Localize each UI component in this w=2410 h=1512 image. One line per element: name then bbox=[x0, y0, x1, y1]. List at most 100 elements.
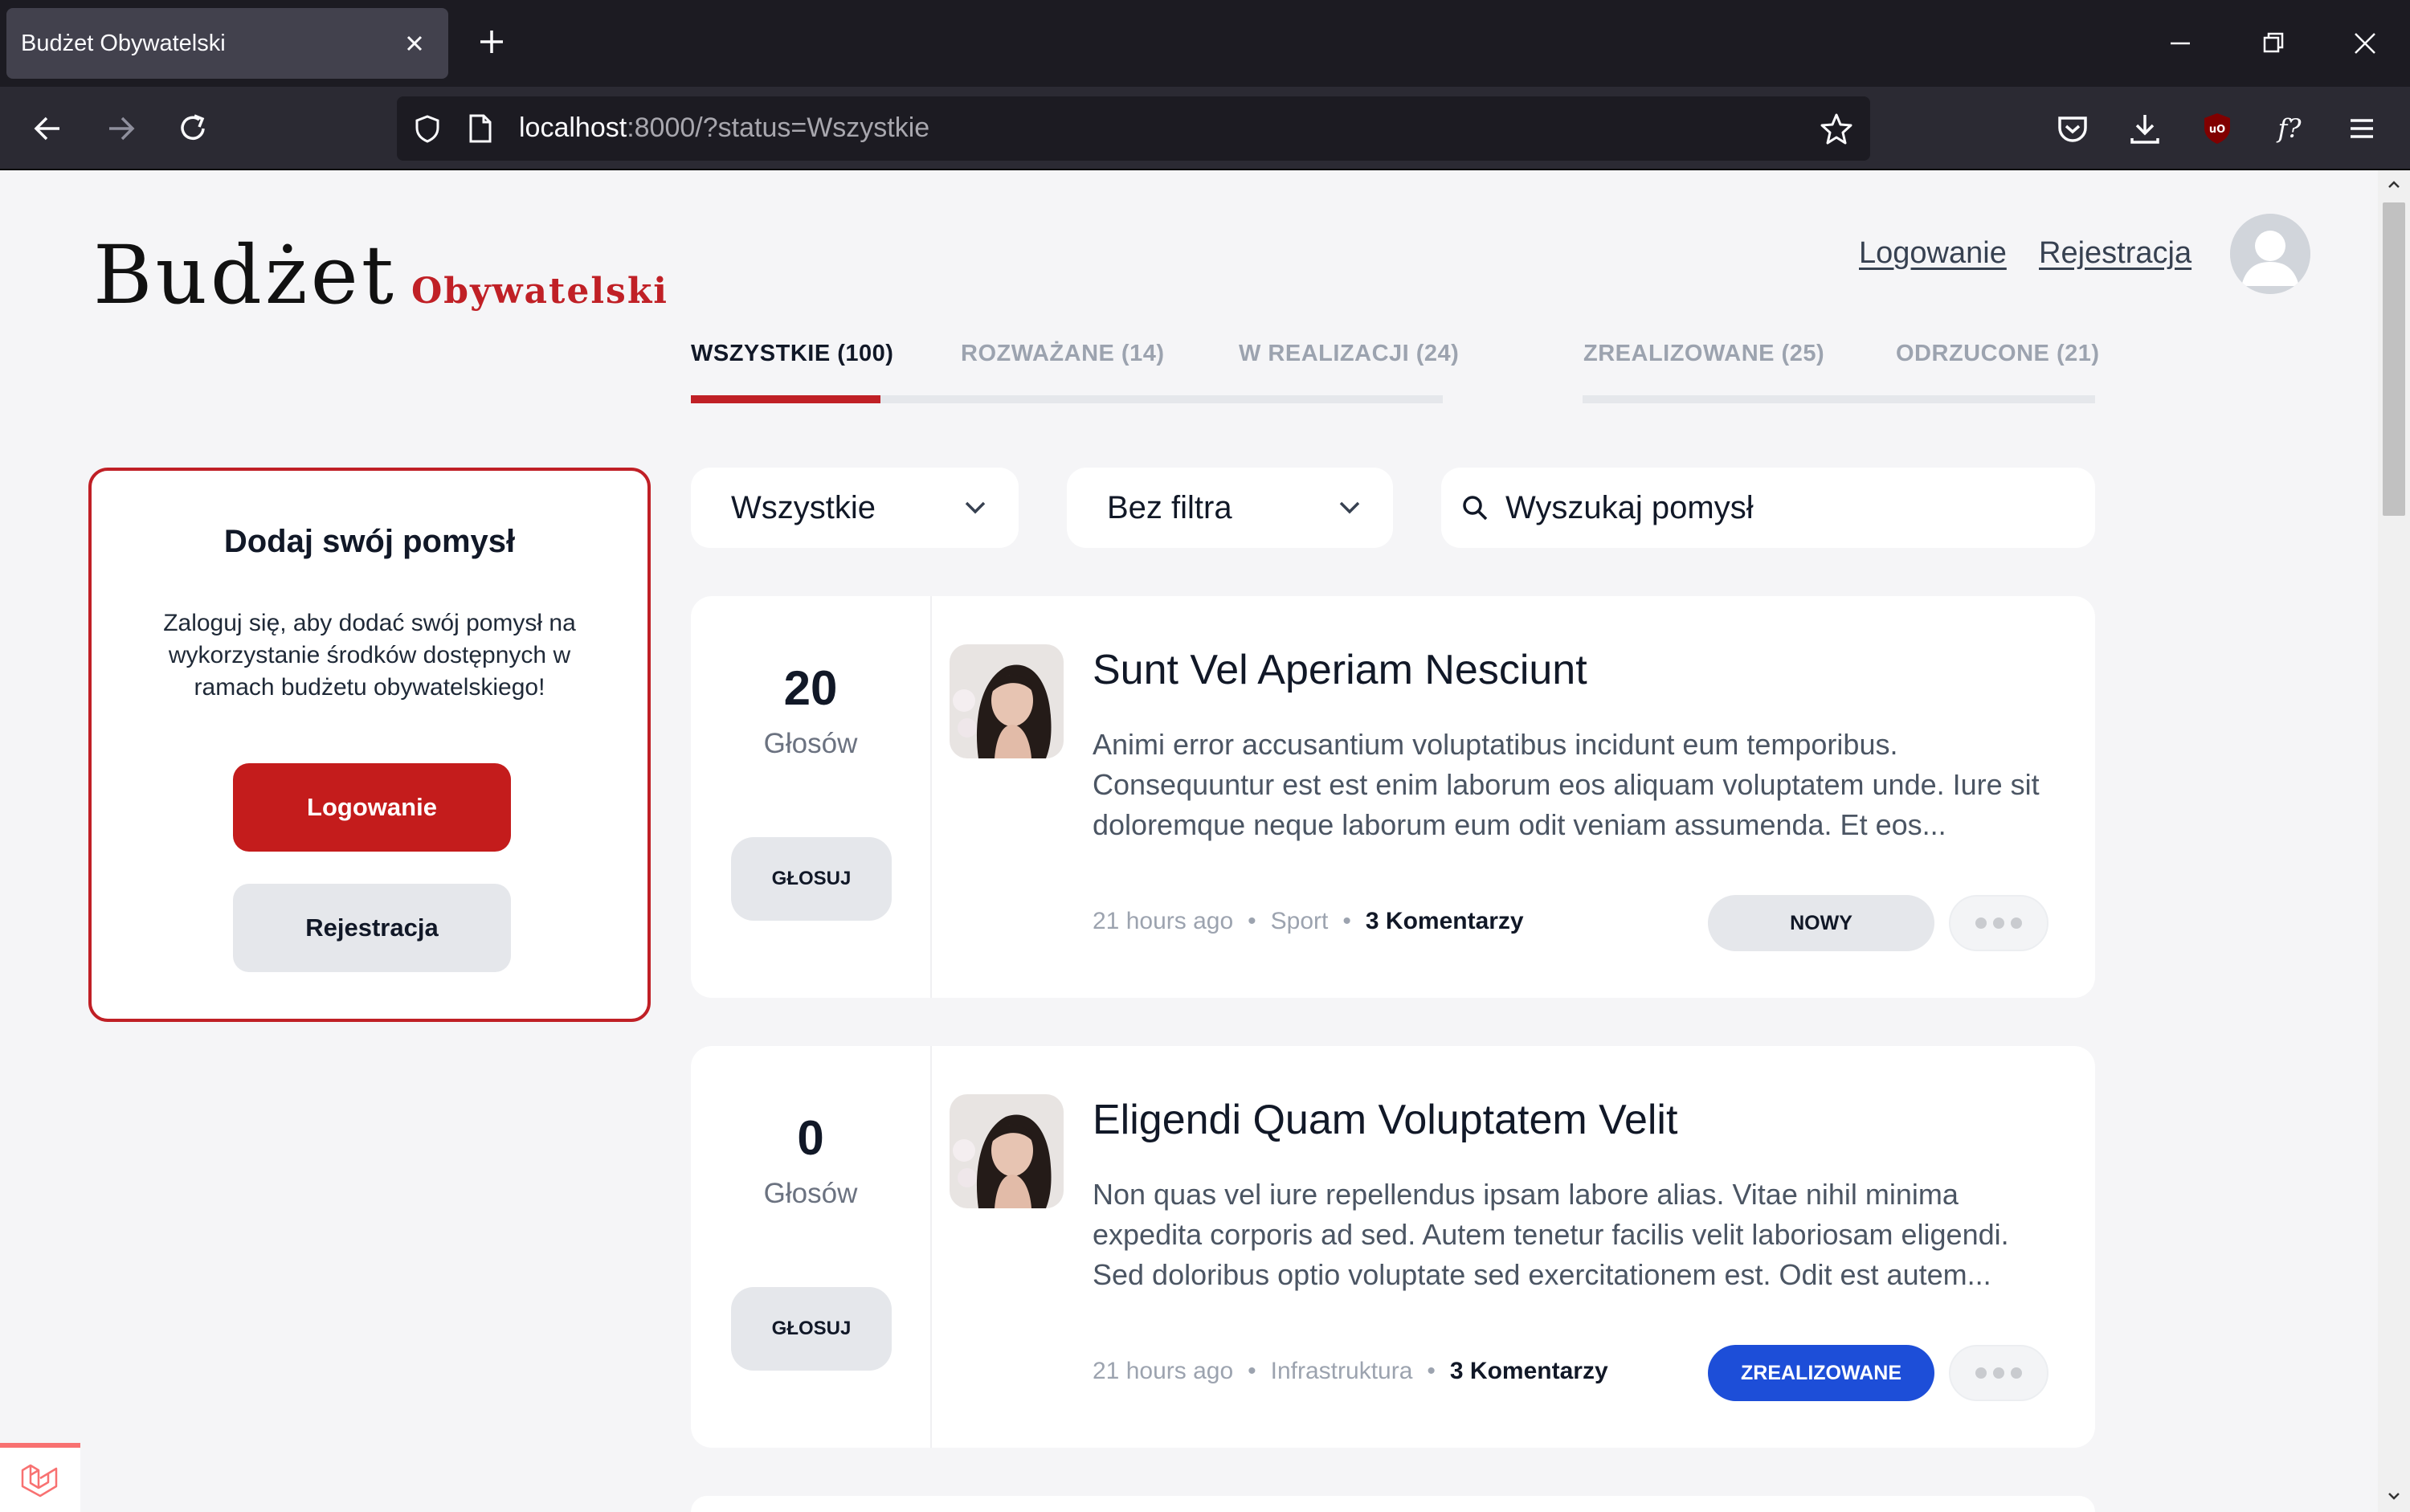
filter-select[interactable]: Bez filtra bbox=[1067, 468, 1393, 548]
category-select-value: Wszystkie bbox=[731, 489, 876, 525]
svg-text:f?: f? bbox=[2277, 113, 2302, 144]
browser-tab[interactable]: Budżet Obywatelski bbox=[6, 8, 448, 79]
dot-icon bbox=[1993, 1367, 2004, 1379]
dot-icon bbox=[2011, 917, 2022, 929]
vote-box: 20 Głosów GŁOSUJ bbox=[691, 596, 932, 998]
login-link[interactable]: Logowanie bbox=[1859, 236, 2007, 271]
browser-tab-bar: Budżet Obywatelski bbox=[0, 0, 2410, 87]
chevron-down-icon bbox=[1339, 501, 1360, 514]
more-options-button[interactable] bbox=[1949, 1345, 2048, 1401]
tab-in-progress[interactable]: W REALIZACJI (24) bbox=[1239, 341, 1459, 367]
author-photo bbox=[950, 644, 1064, 758]
debugbar-tab[interactable] bbox=[0, 1443, 80, 1512]
minimize-icon[interactable] bbox=[2161, 24, 2200, 63]
dot-icon bbox=[1993, 917, 2004, 929]
avatar[interactable] bbox=[2230, 214, 2310, 294]
menu-icon[interactable] bbox=[2344, 111, 2379, 146]
url-host: localhost bbox=[519, 112, 627, 143]
ublock-icon[interactable]: uO bbox=[2200, 111, 2235, 146]
bookmark-star-icon[interactable] bbox=[1819, 111, 1854, 146]
vote-button[interactable]: GŁOSUJ bbox=[731, 1287, 892, 1371]
vote-button[interactable]: GŁOSUJ bbox=[731, 837, 892, 921]
search-input[interactable]: Wyszukaj pomysł bbox=[1441, 468, 2095, 548]
vote-count: 0 bbox=[797, 1111, 824, 1165]
download-icon[interactable] bbox=[2127, 111, 2163, 146]
register-button[interactable]: Rejestracja bbox=[233, 884, 511, 972]
url-path: :8000/?status=Wszystkie bbox=[627, 112, 930, 143]
idea-time: 21 hours ago bbox=[1093, 908, 1234, 934]
separator-dot: • bbox=[1248, 908, 1256, 934]
logo-main: Budżet bbox=[93, 228, 397, 322]
restore-icon[interactable] bbox=[2254, 24, 2293, 63]
idea-comments[interactable]: 3 Komentarzy bbox=[1450, 1358, 1608, 1384]
close-window-icon[interactable] bbox=[2346, 24, 2384, 63]
laravel-icon bbox=[21, 1464, 58, 1498]
logo-sub: Obywatelski bbox=[411, 271, 669, 312]
separator-dot: • bbox=[1427, 1358, 1436, 1384]
tab-completed[interactable]: ZREALIZOWANE (25) bbox=[1583, 341, 1824, 367]
chevron-down-icon bbox=[965, 501, 986, 514]
close-tab-icon[interactable] bbox=[398, 27, 431, 59]
dot-icon bbox=[1975, 1367, 1987, 1379]
idea-comments[interactable]: 3 Komentarzy bbox=[1366, 908, 1524, 934]
author-photo bbox=[950, 1094, 1064, 1208]
browser-tab-title: Budżet Obywatelski bbox=[21, 30, 226, 56]
separator-dot: • bbox=[1342, 908, 1351, 934]
idea-category: Sport bbox=[1270, 908, 1329, 934]
site-logo[interactable]: Budżet Obywatelski bbox=[93, 228, 668, 322]
idea-category: Infrastruktura bbox=[1270, 1358, 1413, 1384]
svg-text:uO: uO bbox=[2209, 124, 2225, 136]
page-icon[interactable] bbox=[466, 112, 495, 145]
idea-title[interactable]: Sunt Vel Aperiam Nesciunt bbox=[1093, 646, 1587, 694]
login-button[interactable]: Logowanie bbox=[233, 763, 511, 852]
pocket-icon[interactable] bbox=[2055, 111, 2090, 146]
idea-description: Animi error accusantium voluptatibus inc… bbox=[1093, 728, 2040, 841]
add-idea-card: Dodaj swój pomysł Zaloguj się, aby dodać… bbox=[88, 468, 651, 1022]
font-extension-icon[interactable]: f? bbox=[2272, 111, 2307, 146]
add-idea-text: Zaloguj się, aby dodać swój pomysł na wy… bbox=[163, 610, 576, 701]
scroll-up-icon[interactable] bbox=[2386, 177, 2402, 193]
vote-count-label: Głosów bbox=[763, 728, 858, 759]
idea-meta: 21 hours ago • Sport • 3 Komentarzy bbox=[1093, 908, 1524, 935]
idea-title[interactable]: Eligendi Quam Voluptatem Velit bbox=[1093, 1096, 1677, 1144]
idea-card-partial[interactable] bbox=[691, 1496, 2095, 1512]
back-icon[interactable] bbox=[31, 111, 66, 146]
vote-count: 20 bbox=[783, 661, 838, 715]
search-placeholder: Wyszukaj pomysł bbox=[1505, 490, 1754, 525]
reload-icon[interactable] bbox=[175, 111, 210, 146]
idea-card[interactable]: 0 Głosów GŁOSUJ Eligendi Quam Voluptatem… bbox=[691, 1046, 2095, 1448]
scrollbar[interactable] bbox=[2378, 170, 2410, 1512]
address-bar[interactable]: localhost:8000/?status=Wszystkie bbox=[397, 96, 1870, 161]
dot-icon bbox=[1975, 917, 1987, 929]
separator-dot: • bbox=[1248, 1358, 1256, 1384]
tab-all[interactable]: WSZYSTKIE (100) bbox=[691, 341, 893, 367]
category-select[interactable]: Wszystkie bbox=[691, 468, 1019, 548]
url-text: localhost:8000/?status=Wszystkie bbox=[519, 112, 929, 144]
author-avatar[interactable] bbox=[950, 1094, 1064, 1208]
author-avatar[interactable] bbox=[950, 644, 1064, 758]
status-badge: ZREALIZOWANE bbox=[1708, 1345, 1934, 1401]
register-link[interactable]: Rejestracja bbox=[2039, 236, 2191, 271]
forward-icon[interactable] bbox=[103, 111, 138, 146]
more-options-button[interactable] bbox=[1949, 895, 2048, 951]
add-idea-title: Dodaj swój pomysł bbox=[223, 524, 516, 559]
search-icon bbox=[1463, 496, 1488, 521]
tab-underline-track bbox=[1583, 395, 2095, 403]
new-tab-icon[interactable] bbox=[476, 26, 508, 58]
vote-count-label: Głosów bbox=[763, 1178, 858, 1209]
tab-underline-active bbox=[691, 395, 880, 403]
user-avatar-icon bbox=[2230, 214, 2310, 294]
vote-box: 0 Głosów GŁOSUJ bbox=[691, 1046, 932, 1448]
idea-card[interactable]: 20 Głosów GŁOSUJ Sunt Vel Aperiam Nesciu… bbox=[691, 596, 2095, 998]
tab-rejected[interactable]: ODRZUCONE (21) bbox=[1896, 341, 2100, 367]
tab-considered[interactable]: ROZWAŻANE (14) bbox=[961, 341, 1165, 367]
idea-time: 21 hours ago bbox=[1093, 1358, 1234, 1384]
idea-description: Non quas vel iure repellendus ipsam labo… bbox=[1093, 1178, 2009, 1291]
scrollbar-thumb[interactable] bbox=[2383, 202, 2405, 516]
shield-icon[interactable] bbox=[411, 112, 443, 145]
browser-nav-bar: localhost:8000/?status=Wszystkie uO f? bbox=[0, 87, 2410, 170]
scroll-down-icon[interactable] bbox=[2386, 1488, 2402, 1504]
status-badge: NOWY bbox=[1708, 895, 1934, 951]
idea-meta: 21 hours ago • Infrastruktura • 3 Komentarzy bbox=[1093, 1358, 1608, 1385]
dot-icon bbox=[2011, 1367, 2022, 1379]
